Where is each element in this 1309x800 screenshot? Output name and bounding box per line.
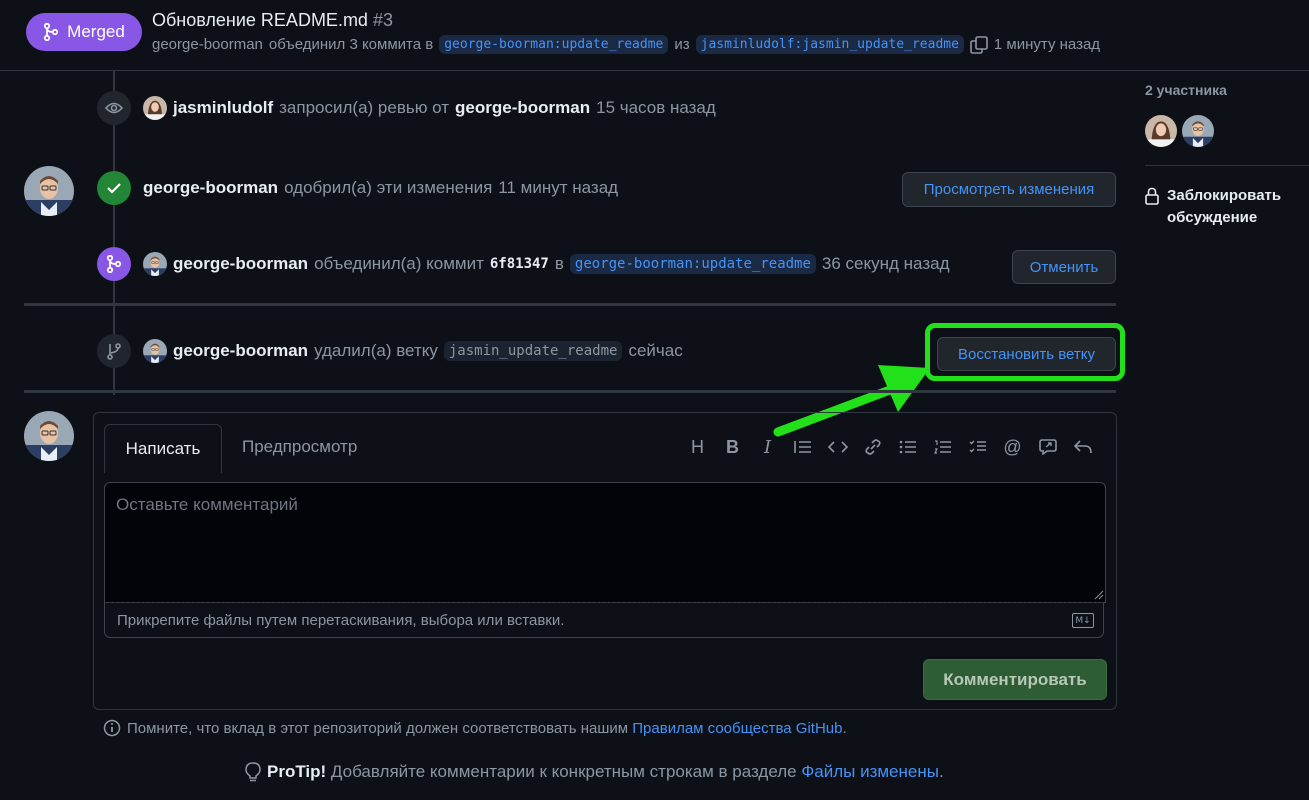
merge-icon (97, 247, 131, 281)
merged-badge-label: Merged (67, 22, 125, 41)
merge-event: george-boorman объединил(а) коммит 6f813… (143, 252, 950, 276)
avatar[interactable] (143, 252, 167, 276)
protip-note: ProTip! Добавляйте комментарии к конкрет… (245, 762, 944, 782)
resize-handle-icon[interactable] (1094, 590, 1104, 600)
eye-icon (97, 91, 131, 125)
markdown-toolbar: H B I @ (680, 435, 1100, 459)
branch-icon (97, 334, 131, 368)
markdown-icon[interactable]: M↓ (1072, 613, 1094, 628)
cross-reference-icon[interactable] (1030, 435, 1065, 459)
protip-end: . (938, 762, 944, 781)
avatar[interactable] (24, 166, 74, 216)
avatar[interactable] (143, 339, 167, 363)
link-icon[interactable] (855, 435, 890, 459)
merge-branch[interactable]: george-boorman:update_readme (569, 254, 816, 274)
merged-status-badge: Merged (26, 13, 142, 51)
event-time[interactable]: 15 часов назад (596, 98, 716, 118)
event-user-link[interactable]: george-boorman (143, 178, 278, 198)
heading-icon[interactable]: H (680, 435, 715, 459)
guidelines-link[interactable]: Правилам сообщества GitHub (632, 720, 842, 737)
timeline-divider (24, 390, 1116, 393)
comment-submit-button[interactable]: Комментировать (923, 659, 1107, 700)
lock-conversation-link[interactable]: Заблокировать обсуждение (1145, 187, 1287, 229)
event-user-link[interactable]: george-boorman (173, 254, 308, 274)
mention-icon[interactable]: @ (995, 435, 1030, 459)
pr-sub-from: из (674, 36, 690, 53)
files-changed-link[interactable]: Файлы изменены (801, 762, 939, 781)
pr-sub-time: 1 минуту назад (993, 36, 1101, 53)
quote-icon[interactable] (785, 435, 820, 459)
reply-icon[interactable] (1065, 435, 1100, 459)
guidelines-end: . (842, 719, 847, 737)
attach-hint: Прикрепите файлы путем перетаскивания, в… (117, 611, 565, 629)
timeline-divider (24, 303, 1116, 306)
head-branch[interactable]: jasminludolf:jasmin_update_readme (695, 35, 964, 54)
event-action: одобрил(а) эти изменения (284, 178, 493, 197)
event-target-link[interactable]: george-boorman (455, 98, 590, 118)
check-icon (97, 171, 131, 205)
attach-files-bar[interactable]: Прикрепите файлы путем перетаскивания, в… (104, 602, 1104, 638)
event-action: удалил(а) ветку (314, 341, 438, 360)
pr-title-text: Обновление README.md (152, 10, 368, 30)
review-request-event: jasminludolf запросил(а) ревью от george… (143, 96, 716, 120)
pr-sub-action: объединил 3 коммита в (268, 36, 434, 53)
tab-preview[interactable]: Предпросмотр (242, 437, 357, 457)
protip-label: ProTip! (267, 762, 327, 781)
bold-icon[interactable]: B (715, 435, 750, 459)
task-list-icon[interactable] (960, 435, 995, 459)
italic-icon[interactable]: I (750, 435, 785, 459)
lock-label: Заблокировать обсуждение (1167, 187, 1282, 226)
event-action: запросил(а) ревью от (279, 98, 450, 117)
annotation-highlight-box (925, 323, 1125, 381)
bulleted-list-icon[interactable] (890, 435, 925, 459)
pr-title: Обновление README.md #3 (152, 10, 393, 31)
revert-button[interactable]: Отменить (1012, 250, 1116, 284)
commit-sha-link[interactable]: 6f81347 (490, 256, 549, 272)
event-time[interactable]: 36 секунд назад (822, 254, 950, 274)
participants-avatars (1145, 115, 1214, 147)
deleted-branch: jasmin_update_readme (443, 341, 623, 361)
event-action: объединил(а) коммит (314, 254, 484, 273)
comment-placeholder: Оставьте комментарий (116, 495, 298, 514)
lightbulb-icon (245, 762, 261, 782)
tab-write[interactable]: Написать (104, 424, 222, 473)
view-changes-button[interactable]: Просмотреть изменения (902, 172, 1116, 207)
guidelines-note: Помните, что вклад в этот репозиторий до… (103, 719, 847, 737)
pr-number: #3 (372, 10, 393, 30)
event-time[interactable]: 11 минут назад (498, 178, 618, 198)
base-branch[interactable]: george-boorman:update_readme (439, 35, 669, 54)
merge-icon (44, 23, 59, 41)
pr-subtitle: george-boorman объединил 3 коммита в geo… (152, 35, 1100, 54)
event-time[interactable]: сейчас (628, 341, 682, 361)
guidelines-text: Помните, что вклад в этот репозиторий до… (127, 719, 629, 737)
pr-header: Merged Обновление README.md #3 george-bo… (0, 0, 1309, 71)
info-icon (103, 719, 121, 737)
avatar[interactable] (24, 411, 74, 461)
code-icon[interactable] (820, 435, 855, 459)
approve-event: george-boorman одобрил(а) эти изменения … (143, 178, 618, 198)
event-in-word: в (554, 254, 564, 273)
avatar[interactable] (143, 96, 167, 120)
pr-author-link[interactable]: george-boorman (152, 36, 263, 53)
copy-icon[interactable] (970, 35, 988, 54)
sidebar-divider (1145, 165, 1309, 166)
avatar[interactable] (1145, 115, 1177, 147)
avatar[interactable] (1182, 115, 1214, 147)
numbered-list-icon[interactable] (925, 435, 960, 459)
event-user-link[interactable]: george-boorman (173, 341, 308, 361)
lock-icon (1145, 187, 1159, 205)
delete-branch-event: george-boorman удалил(а) ветку jasmin_up… (143, 339, 683, 363)
protip-text: Добавляйте комментарии к конкретным стро… (330, 762, 797, 781)
event-user-link[interactable]: jasminludolf (173, 98, 273, 118)
participants-heading: 2 участника (1145, 82, 1227, 98)
